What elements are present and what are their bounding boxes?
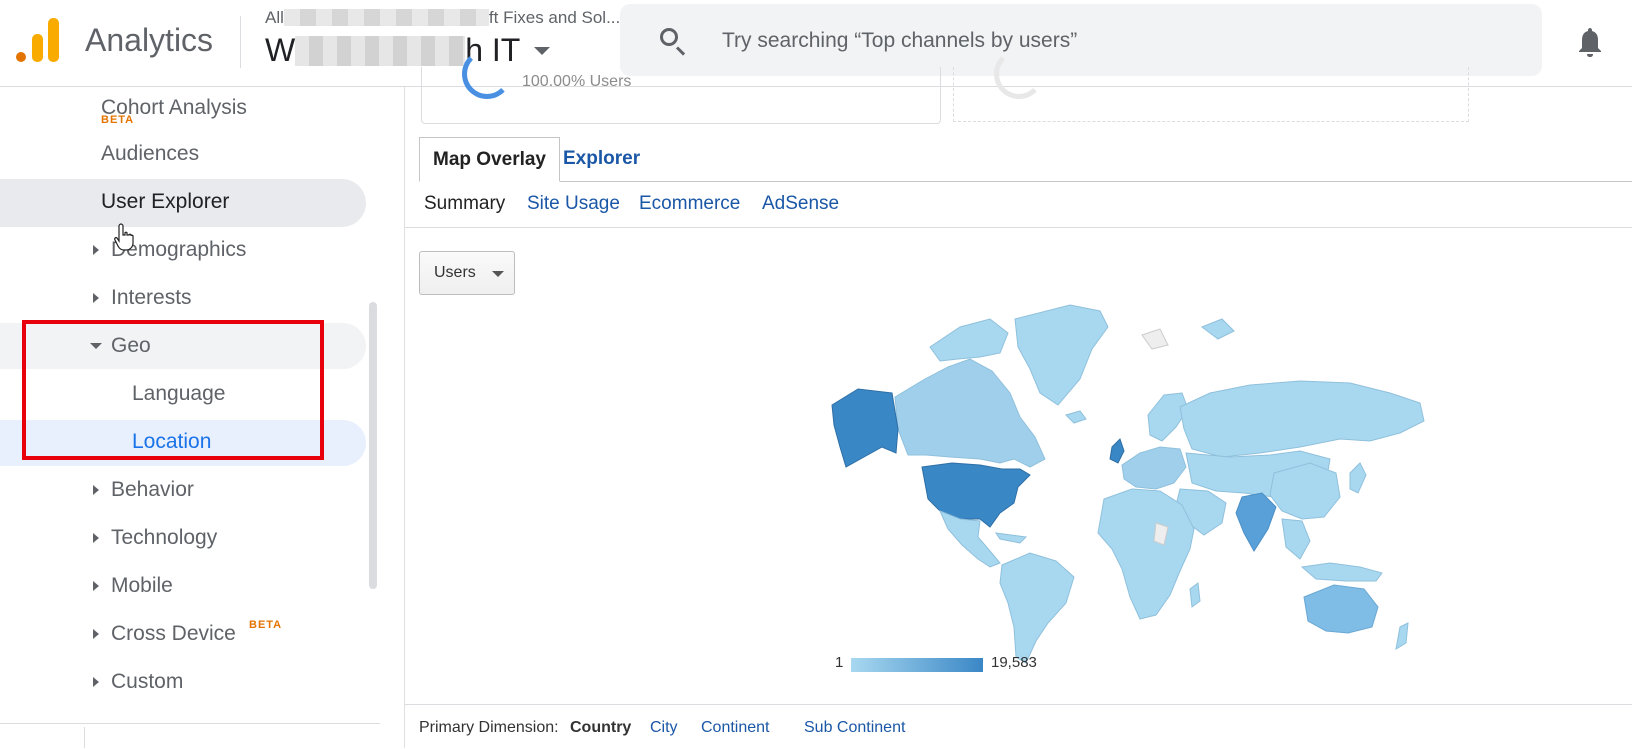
subtab-site-usage[interactable]: Site Usage <box>527 193 620 215</box>
hand-pointer-cursor-icon <box>114 223 134 251</box>
dimension-sub-continent[interactable]: Sub Continent <box>804 719 905 737</box>
chevron-right-icon <box>93 293 99 303</box>
dimension-continent[interactable]: Continent <box>701 719 770 737</box>
primary-dimension-label: Primary Dimension: <box>419 719 559 736</box>
map-region-madagascar <box>1189 582 1201 608</box>
analytics-logo-icon[interactable] <box>16 18 59 62</box>
search-icon[interactable] <box>660 28 678 46</box>
map-region-new-zealand <box>1395 622 1409 650</box>
world-map[interactable] <box>830 297 1450 677</box>
account-name[interactable]: All ft Fixes and Sol... <box>265 8 620 28</box>
map-region-alaska <box>831 388 899 468</box>
account-name-redacted <box>283 9 489 26</box>
dimension-country[interactable]: Country <box>570 719 631 737</box>
sidebar-item-label: User Explorer <box>101 190 230 213</box>
map-region-iceland <box>1065 410 1087 424</box>
map-region-japan <box>1349 462 1367 494</box>
map-region-indonesia <box>1300 562 1383 582</box>
header-divider <box>240 16 241 68</box>
search-input[interactable] <box>720 24 1504 58</box>
map-region-uk <box>1109 438 1125 464</box>
beta-badge: BETA <box>249 619 283 631</box>
sidebar-footer-divider-vertical <box>84 727 85 748</box>
sidebar-item-label: Mobile <box>111 574 173 597</box>
property-prefix: W <box>265 32 296 68</box>
tab-map-overlay[interactable]: Map Overlay <box>419 137 560 182</box>
map-region-caribbean <box>994 532 1028 544</box>
sidebar-item-label: Behavior <box>111 478 194 501</box>
map-region-europe <box>1121 446 1187 490</box>
sidebar-item-label: Audiences <box>101 142 200 165</box>
subtab-ecommerce[interactable]: Ecommerce <box>639 193 740 215</box>
primary-dimension-row: Primary Dimension: Country City Continen… <box>405 704 1632 749</box>
app-title: Analytics <box>85 22 214 58</box>
metric-subtabs: Summary Site Usage Ecommerce AdSense <box>405 183 1632 228</box>
chevron-right-icon <box>93 245 99 255</box>
segment-card[interactable]: 100.00% Users <box>421 49 941 124</box>
subtab-summary[interactable]: Summary <box>424 193 505 215</box>
map-region-usa <box>921 462 1031 528</box>
map-region-southeast-asia <box>1281 518 1311 560</box>
chevron-down-icon <box>492 271 504 277</box>
map-region-svalbard-no-data <box>1141 328 1169 350</box>
main-content: 100.00% Users Map Overlay Explorer Summa… <box>405 49 1632 749</box>
subtab-adsense[interactable]: AdSense <box>762 193 839 215</box>
sidebar-scrollbar[interactable] <box>369 302 377 589</box>
view-tabs: Map Overlay Explorer <box>419 137 1632 182</box>
chevron-right-icon <box>93 533 99 543</box>
chevron-right-icon <box>93 677 99 687</box>
percentage-ring-icon <box>462 49 512 99</box>
sidebar-item-label: Cross Device <box>111 622 236 645</box>
legend-max-value: 19,583 <box>991 654 1037 671</box>
property-name-redacted <box>295 36 466 66</box>
chevron-right-icon <box>93 581 99 591</box>
metric-select-value: Users <box>434 264 476 281</box>
legend-color-scale <box>851 658 983 672</box>
sidebar-item-label: Interests <box>111 286 192 309</box>
chevron-right-icon <box>93 629 99 639</box>
dimension-city[interactable]: City <box>650 719 678 737</box>
sidebar-item-label: Custom <box>111 670 184 693</box>
account-suffix: ft Fixes and Sol... <box>488 8 621 27</box>
map-region-canada <box>894 358 1046 468</box>
map-region-arctic-islands <box>929 318 1009 362</box>
chevron-right-icon <box>93 485 99 495</box>
map-region-india <box>1235 492 1277 552</box>
chevron-down-icon[interactable] <box>534 47 551 55</box>
search-bar[interactable] <box>620 4 1542 76</box>
tab-explorer[interactable]: Explorer <box>550 137 653 181</box>
sidebar-footer-divider <box>0 723 380 724</box>
map-region-south-america <box>999 552 1075 664</box>
metric-select[interactable]: Users <box>419 251 515 295</box>
segment-card-text: 100.00% Users <box>522 73 632 90</box>
account-prefix: All <box>265 8 284 27</box>
map-region-africa <box>1097 488 1195 620</box>
map-region-greenland <box>1014 304 1109 406</box>
notifications-bell-icon[interactable] <box>1578 26 1602 58</box>
sidebar-nav: Cohort Analysis BETA Audiences User Expl… <box>0 87 405 748</box>
legend-min-value: 1 <box>835 654 844 671</box>
highlight-annotation-box <box>22 320 324 460</box>
map-region-arctic-russia-islands <box>1200 318 1235 340</box>
map-region-russia <box>1179 380 1425 458</box>
map-region-australia <box>1303 584 1379 634</box>
add-segment-card[interactable] <box>953 49 1469 122</box>
map-region-china <box>1269 462 1341 520</box>
sidebar-item-label: Technology <box>111 526 218 549</box>
empty-ring-icon <box>994 49 1044 99</box>
